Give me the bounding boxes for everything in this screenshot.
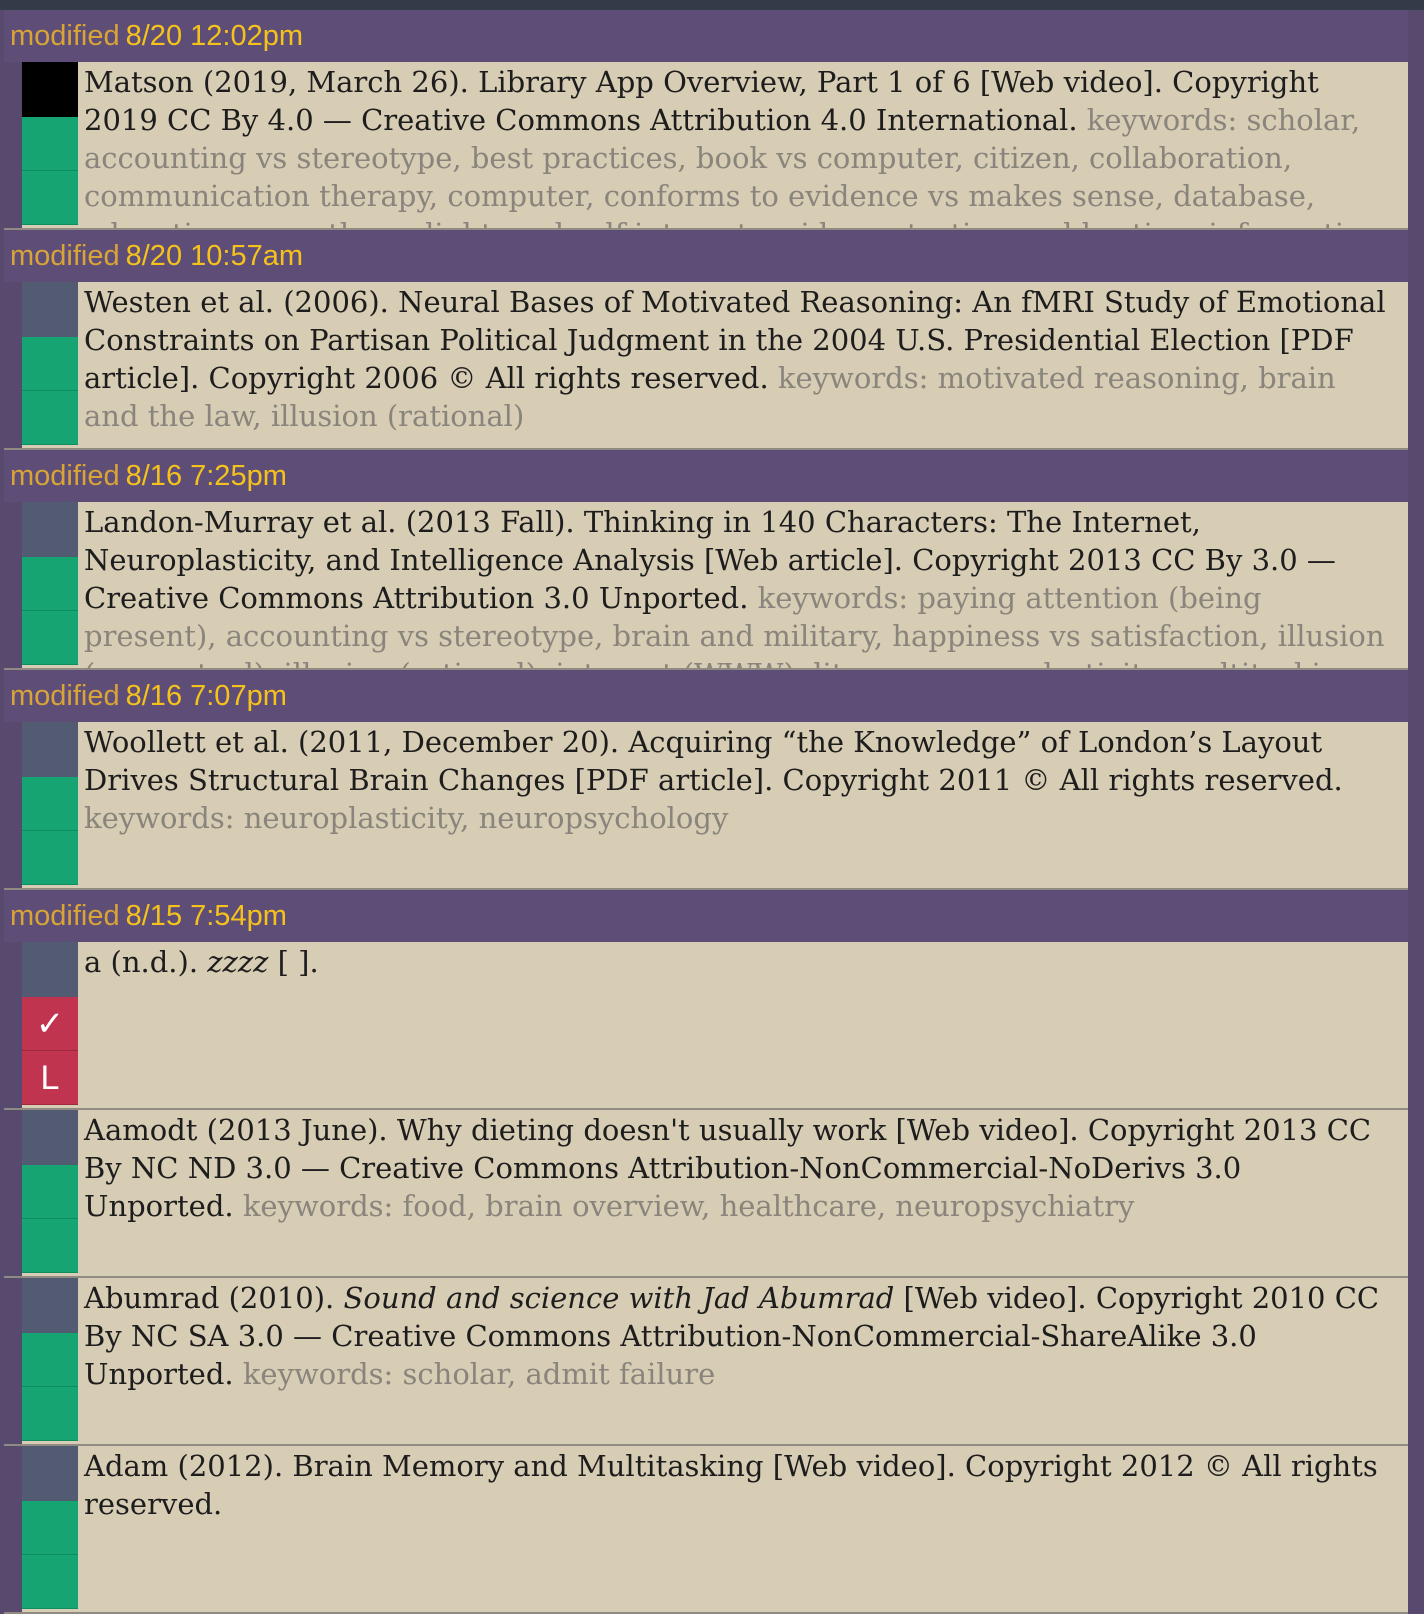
status-tiles [22,1278,78,1441]
status-tiles [22,502,78,665]
group-header: modified 8/20 12:02pm [4,10,1408,62]
record-row[interactable]: Landon-Murray et al. (2013 Fall). Thinki… [4,502,1408,670]
record-text: Adam (2012). Brain Memory and Multitaski… [84,1446,1394,1523]
citation: Adam (2012). Brain Memory and Multitaski… [84,1449,1378,1521]
group-timestamp: 8/20 12:02pm [125,20,303,52]
keywords: keywords: food, brain overview, healthca… [242,1189,1135,1223]
record-text: Abumrad (2010). Sound and science with J… [84,1278,1394,1393]
group-header: modified 8/15 7:54pm [4,890,1408,942]
status-tile[interactable] [22,1555,78,1609]
record-text: Aamodt (2013 June). Why dieting doesn't … [84,1110,1394,1225]
status-tile[interactable] [22,391,78,445]
group-timestamp: 8/16 7:07pm [125,680,287,712]
group-header: modified 8/16 7:25pm [4,450,1408,502]
citation-author: a (n.d.). [84,945,199,979]
row-strip [4,62,22,228]
status-tile[interactable] [22,1219,78,1273]
status-tile[interactable] [22,1501,78,1555]
status-tiles [22,1446,78,1609]
group-label: modified [10,680,120,712]
status-tile[interactable] [22,117,78,171]
status-tiles [22,282,78,445]
selected-tile[interactable] [22,62,78,117]
select-tile[interactable] [22,1110,78,1165]
group-timestamp: 8/15 7:54pm [125,900,287,932]
record-text: Landon-Murray et al. (2013 Fall). Thinki… [84,502,1394,668]
select-tile[interactable] [22,502,78,557]
status-tile[interactable] [22,557,78,611]
record-row[interactable]: Westen et al. (2006). Neural Bases of Mo… [4,282,1408,450]
group-label: modified [10,20,120,52]
status-tile[interactable] [22,1333,78,1387]
record-row[interactable]: ✓ L a (n.d.). zzzz [ ]. [4,942,1408,1110]
record-row[interactable]: Abumrad (2010). Sound and science with J… [4,1278,1408,1446]
status-tile[interactable] [22,337,78,391]
check-badge[interactable]: ✓ [22,997,78,1051]
select-tile[interactable] [22,722,78,777]
record-row[interactable]: Woollett et al. (2011, December 20). Acq… [4,722,1408,890]
status-tile[interactable] [22,171,78,225]
select-tile[interactable] [22,282,78,337]
citation-author: Abumrad (2010). [84,1281,335,1315]
top-bar [0,0,1424,10]
group-label: modified [10,900,120,932]
record-row[interactable]: Aamodt (2013 June). Why dieting doesn't … [4,1110,1408,1278]
status-tile[interactable] [22,1165,78,1219]
record-text: a (n.d.). zzzz [ ]. [84,942,1394,981]
row-strip [4,722,22,888]
status-tile[interactable] [22,611,78,665]
record-row[interactable]: Matson (2019, March 26). Library App Ove… [4,62,1408,230]
status-tile[interactable] [22,831,78,885]
status-tiles [22,1110,78,1273]
status-tile[interactable] [22,1387,78,1441]
record-text: Westen et al. (2006). Neural Bases of Mo… [84,282,1394,435]
group-timestamp: 8/16 7:25pm [125,460,287,492]
l-badge[interactable]: L [22,1051,78,1105]
group-label: modified [10,460,120,492]
keywords: keywords: neuroplasticity, neuropsycholo… [84,801,729,835]
group-timestamp: 8/20 10:57am [125,240,303,272]
keywords: keywords: scholar, admit failure [242,1357,716,1391]
row-strip [4,942,22,1108]
citation-title: Sound and science with Jad Abumrad [343,1281,895,1315]
citation-title: zzzz [207,945,269,979]
select-tile[interactable] [22,1446,78,1501]
citation: Woollett et al. (2011, December 20). Acq… [84,725,1343,797]
row-strip [4,502,22,668]
record-row[interactable]: Adam (2012). Brain Memory and Multitaski… [4,1446,1408,1614]
select-tile[interactable] [22,942,78,997]
group-header: modified 8/20 10:57am [4,230,1408,282]
citation-medium: [ ]. [277,945,319,979]
status-tiles [22,62,78,225]
select-tile[interactable] [22,1278,78,1333]
group-label: modified [10,240,120,272]
row-strip [4,282,22,448]
record-text: Matson (2019, March 26). Library App Ove… [84,62,1394,228]
row-strip [4,1110,22,1276]
record-text: Woollett et al. (2011, December 20). Acq… [84,722,1394,837]
status-tiles [22,722,78,885]
group-header: modified 8/16 7:07pm [4,670,1408,722]
row-strip [4,1278,22,1444]
record-list: modified 8/20 12:02pm Matson (2019, March… [4,10,1408,1614]
status-tiles: ✓ L [22,942,78,1105]
status-tile[interactable] [22,777,78,831]
row-strip [4,1446,22,1612]
